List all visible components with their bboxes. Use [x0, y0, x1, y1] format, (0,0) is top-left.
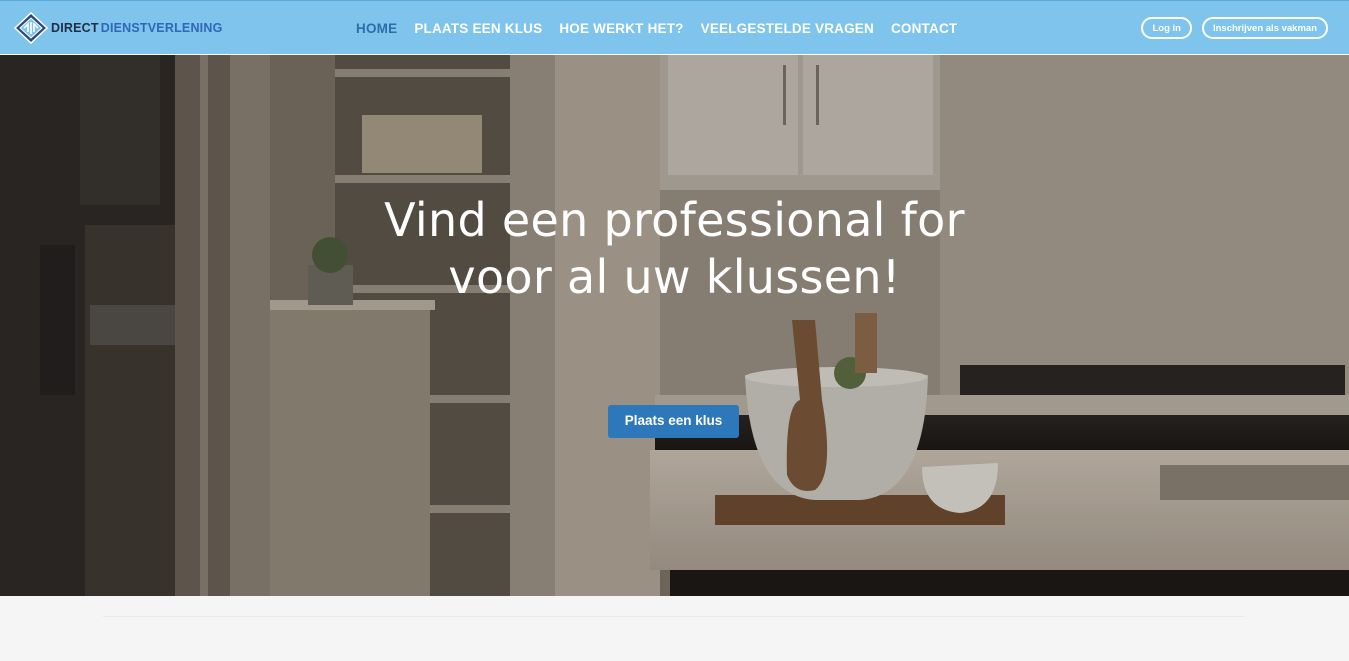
hero-heading: Vind een professional for voor al uw klu…	[0, 192, 1349, 306]
nav-hoe-werkt-het[interactable]: HOE WERKT HET?	[559, 21, 683, 36]
register-vakman-button[interactable]: Inschrijven als vakman	[1201, 17, 1328, 39]
nav-veelgestelde-vragen[interactable]: VEELGESTELDE VRAGEN	[701, 21, 874, 36]
brand-name-part1: DIRECT	[51, 21, 99, 35]
kitchen-background-image	[0, 55, 1349, 596]
diamond-logo-icon	[14, 12, 48, 44]
hero-section: Vind een professional for voor al uw klu…	[0, 55, 1349, 596]
plaats-een-klus-button[interactable]: Plaats een klus	[608, 405, 739, 438]
auth-buttons: Log in Inschrijven als vakman	[1141, 17, 1328, 39]
login-button[interactable]: Log in	[1141, 17, 1192, 39]
hero-heading-line2: voor al uw klussen!	[448, 250, 901, 304]
hero-heading-line1: Vind een professional for	[384, 193, 965, 247]
nav-home[interactable]: HOME	[356, 21, 397, 36]
brand-logo[interactable]: DIRECT DIENSTVERLENING	[14, 12, 223, 44]
nav-contact[interactable]: CONTACT	[891, 21, 957, 36]
main-menu: HOME PLAATS EEN KLUS HOE WERKT HET? VEEL…	[347, 1, 974, 56]
brand-name-part2: DIENSTVERLENING	[100, 21, 223, 35]
top-navbar: DIRECT DIENSTVERLENING HOME PLAATS EEN KL…	[0, 0, 1349, 55]
section-divider	[103, 616, 1245, 617]
nav-plaats-een-klus[interactable]: PLAATS EEN KLUS	[414, 21, 542, 36]
brand-name: DIRECT DIENSTVERLENING	[51, 21, 223, 35]
content-section	[0, 596, 1349, 661]
